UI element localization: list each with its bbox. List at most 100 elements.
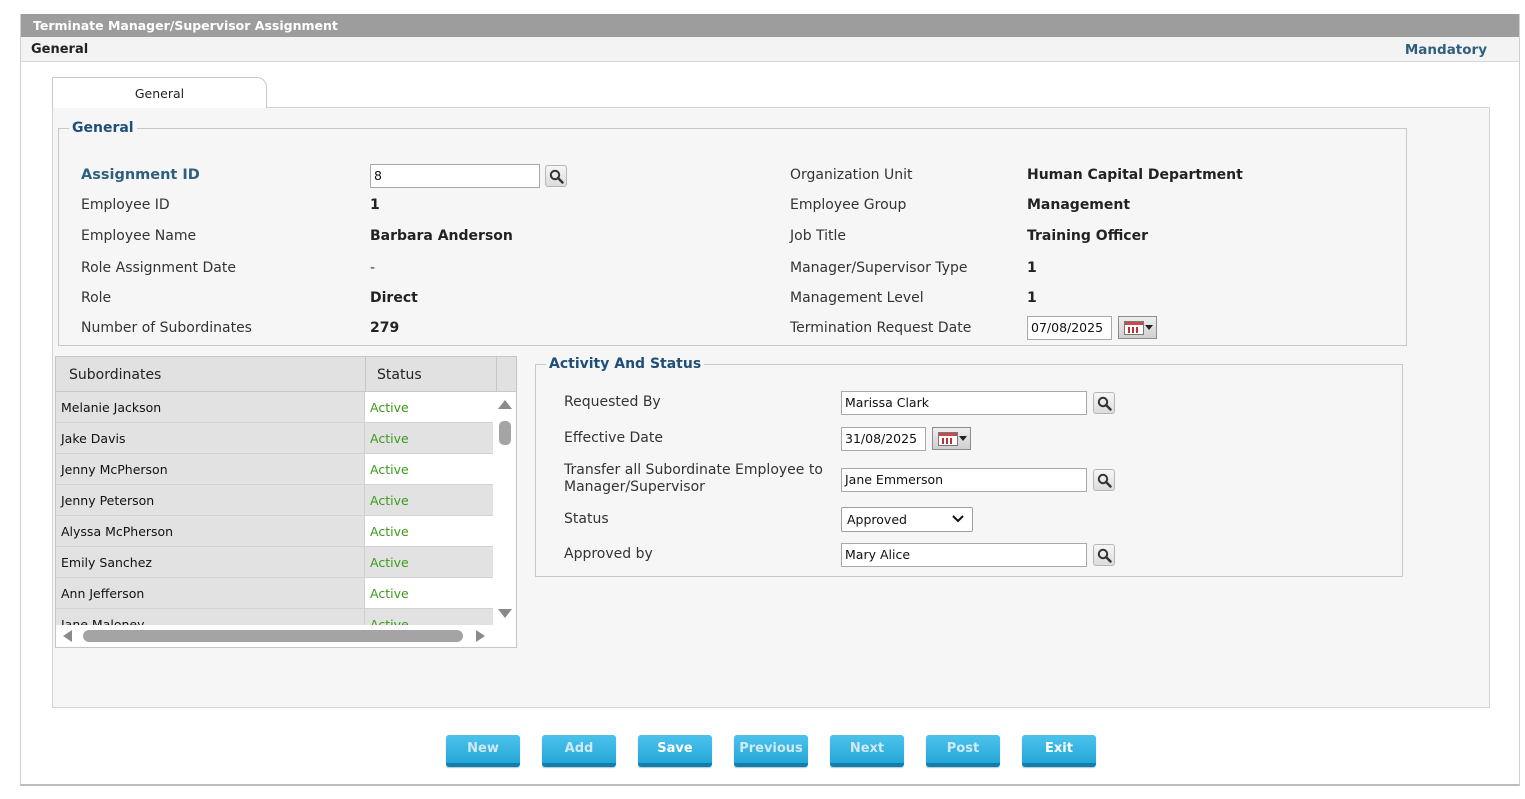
num-subordinates-label: Number of Subordinates	[81, 320, 252, 336]
grid-header: Subordinates Status	[56, 357, 516, 392]
employee-id-label: Employee ID	[81, 197, 170, 213]
table-row[interactable]: Emily Sanchez Active	[56, 547, 493, 578]
chevron-down-icon	[959, 436, 967, 441]
assignment-id-input[interactable]: 8	[370, 164, 540, 188]
subordinate-name: Jane Maloney	[56, 609, 365, 625]
exit-button[interactable]: Exit	[1022, 735, 1096, 767]
effective-date-label: Effective Date	[564, 430, 663, 446]
subordinate-status: Active	[370, 586, 409, 601]
column-header-subordinates[interactable]: Subordinates	[69, 367, 161, 383]
job-title-value: Training Officer	[1027, 228, 1149, 244]
num-subordinates-value: 279	[370, 320, 400, 336]
mgmt-level-value: 1	[1027, 290, 1037, 306]
assignment-id-label: Assignment ID	[81, 167, 200, 183]
window-title: Terminate Manager/Supervisor Assignment	[21, 14, 1519, 37]
mgmt-level-label: Management Level	[790, 290, 924, 306]
scroll-up-icon[interactable]	[498, 400, 512, 409]
mandatory-link[interactable]: Mandatory	[1405, 42, 1487, 58]
next-button[interactable]: Next	[830, 735, 904, 767]
effective-date-calendar-button[interactable]	[932, 427, 971, 450]
search-icon	[1097, 473, 1112, 488]
table-row[interactable]: Alyssa McPherson Active	[56, 516, 493, 547]
tab-general[interactable]: General	[52, 77, 267, 108]
scroll-thumb[interactable]	[499, 421, 511, 445]
subordinate-status: Active	[370, 400, 409, 415]
grid-rows: Melanie Jackson Active Jake Davis Active J…	[56, 392, 493, 625]
search-icon	[549, 169, 564, 184]
assignment-id-search-button[interactable]	[545, 165, 567, 187]
subordinate-status: Active	[365, 609, 493, 625]
tab-panel-general: General Assignment ID 8 Employee ID 1 Em…	[52, 107, 1490, 708]
transfer-label-line2: Manager/Supervisor	[564, 479, 705, 495]
save-button[interactable]: Save	[638, 735, 712, 767]
grid-vertical-scrollbar[interactable]	[493, 392, 516, 625]
employee-group-value: Management	[1027, 197, 1131, 213]
subordinate-name: Jenny McPherson	[56, 454, 365, 484]
role-assignment-date-label: Role Assignment Date	[81, 260, 236, 276]
add-button[interactable]: Add	[542, 735, 616, 767]
subordinate-status: Active	[370, 462, 409, 477]
subordinate-name: Emily Sanchez	[56, 547, 365, 577]
job-title-label: Job Title	[790, 228, 847, 244]
termination-date-label: Termination Request Date	[790, 320, 972, 336]
activity-fieldset: Activity And Status Requested By Marissa…	[535, 356, 1403, 577]
subordinates-grid: Subordinates Status Melanie Jackson Activ…	[55, 356, 517, 648]
org-unit-value: Human Capital Department	[1027, 167, 1243, 183]
subordinate-status: Active	[370, 524, 409, 539]
requested-by-label: Requested By	[564, 394, 661, 410]
requested-by-input[interactable]: Marissa Clark	[841, 391, 1087, 415]
table-row[interactable]: Jenny Peterson Active	[56, 485, 493, 516]
table-row[interactable]: Jake Davis Active	[56, 423, 493, 454]
scroll-down-icon[interactable]	[498, 609, 512, 618]
subordinate-status: Active	[365, 423, 493, 453]
search-icon	[1097, 396, 1112, 411]
mgr-type-value: 1	[1027, 260, 1037, 276]
approved-by-search-button[interactable]	[1093, 544, 1115, 566]
termination-date-calendar-button[interactable]	[1118, 316, 1157, 339]
subordinate-name: Jenny Peterson	[56, 485, 365, 515]
employee-name-label: Employee Name	[81, 228, 197, 244]
general-legend: General	[72, 120, 134, 136]
transfer-label-line1: Transfer all Subordinate Employee to	[564, 462, 823, 478]
subordinate-name: Jake Davis	[56, 423, 365, 453]
requested-by-search-button[interactable]	[1093, 392, 1115, 414]
table-row[interactable]: Ann Jefferson Active	[56, 578, 493, 609]
subordinate-status: Active	[365, 547, 493, 577]
org-unit-label: Organization Unit	[790, 167, 913, 183]
role-label: Role	[81, 290, 112, 306]
post-button[interactable]: Post	[926, 735, 1000, 767]
scroll-right-icon[interactable]	[476, 630, 485, 642]
status-label: Status	[564, 511, 609, 527]
status-select-value: Approved	[847, 512, 907, 527]
table-row[interactable]: Jenny McPherson Active	[56, 454, 493, 485]
form-window: Terminate Manager/Supervisor Assignment …	[20, 14, 1520, 786]
column-header-status[interactable]: Status	[377, 367, 422, 383]
table-row[interactable]: Melanie Jackson Active	[56, 392, 493, 423]
grid-horizontal-scrollbar[interactable]	[56, 625, 516, 647]
role-value: Direct	[370, 290, 418, 306]
scroll-left-icon[interactable]	[63, 630, 72, 642]
section-label: General	[31, 42, 89, 57]
transfer-to-input[interactable]: Jane Emmerson	[841, 468, 1087, 492]
scroll-thumb[interactable]	[83, 630, 463, 642]
status-select[interactable]: Approved	[841, 507, 973, 532]
new-button[interactable]: New	[446, 735, 520, 767]
search-icon	[1097, 548, 1112, 563]
effective-date-input[interactable]: 31/08/2025	[841, 427, 926, 451]
approved-by-input[interactable]: Mary Alice	[841, 543, 1087, 567]
subordinate-name: Ann Jefferson	[56, 578, 365, 608]
subordinate-name: Melanie Jackson	[56, 392, 365, 422]
termination-date-input[interactable]: 07/08/2025	[1027, 316, 1112, 340]
employee-id-value: 1	[370, 197, 380, 213]
employee-name-value: Barbara Anderson	[370, 228, 513, 244]
chevron-down-icon	[1145, 325, 1153, 330]
activity-legend: Activity And Status	[549, 356, 702, 372]
transfer-to-search-button[interactable]	[1093, 469, 1115, 491]
section-bar: General Mandatory	[21, 37, 1519, 62]
role-assignment-date-value: -	[370, 260, 376, 276]
chevron-down-icon	[952, 515, 964, 523]
mgr-type-label: Manager/Supervisor Type	[790, 260, 968, 276]
subordinate-status: Active	[365, 485, 493, 515]
previous-button[interactable]: Previous	[734, 735, 808, 767]
table-row[interactable]: Jane Maloney Active	[56, 609, 493, 625]
